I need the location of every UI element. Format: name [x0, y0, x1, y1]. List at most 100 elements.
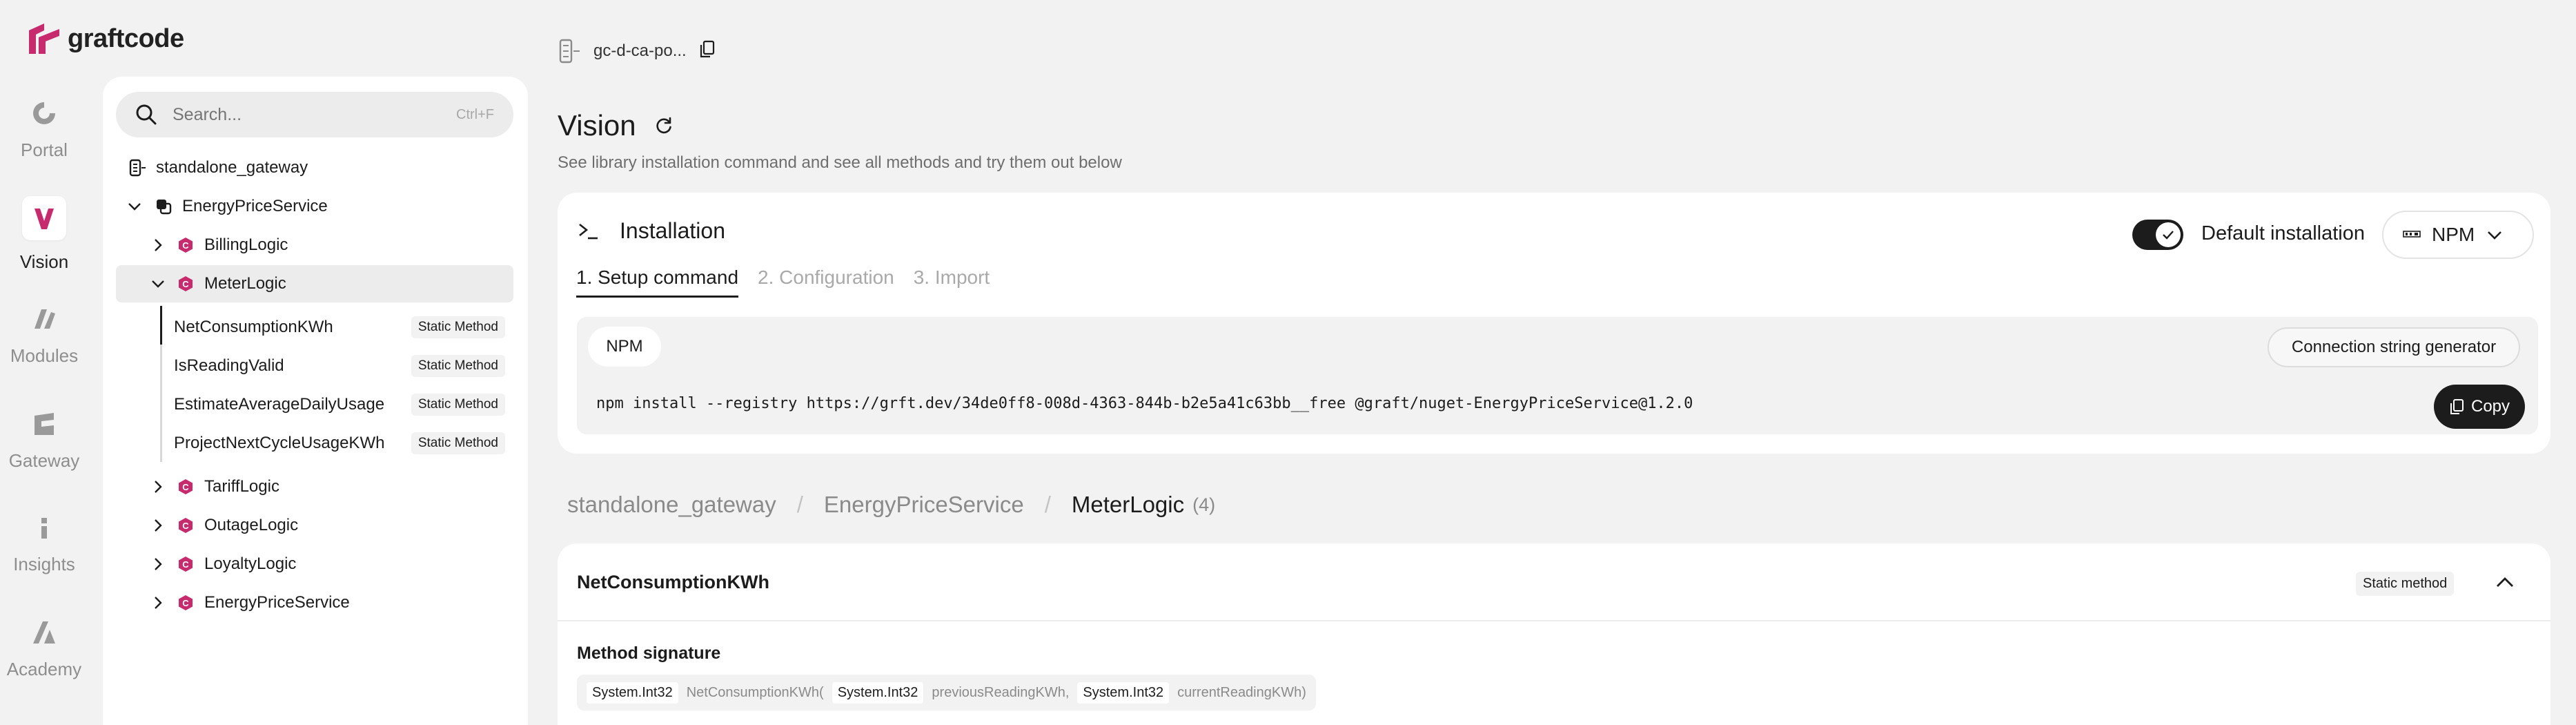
page-title-row: Vision	[558, 109, 674, 142]
tree-class-outagelogic[interactable]: C OutageLogic	[150, 507, 298, 544]
rail-vision-label: Vision	[19, 251, 69, 272]
rail-academy-label: Academy	[6, 659, 82, 679]
svg-text:C: C	[182, 279, 189, 289]
tab-import[interactable]: 3. Import	[914, 267, 990, 298]
default-installation-toggle[interactable]	[2132, 220, 2183, 250]
tree-class-label: BillingLogic	[204, 235, 288, 254]
class-icon: C	[177, 516, 195, 534]
search-box[interactable]: Ctrl+F	[116, 92, 513, 137]
copy-icon	[2450, 399, 2464, 414]
installation-header: Installation	[578, 218, 725, 244]
tree-gateway[interactable]: standalone_gateway	[127, 149, 308, 186]
chevron-down-icon	[2488, 231, 2502, 240]
terminal-icon	[579, 223, 598, 239]
rail-vision[interactable]: Vision	[0, 196, 88, 273]
tree-service-label: EnergyPriceService	[182, 197, 328, 215]
rail-modules-label: Modules	[10, 345, 79, 366]
method-name: EstimateAverageDailyUsage	[174, 395, 385, 414]
method-tag: Static Method	[411, 432, 505, 454]
tree-method-item[interactable]: ProjectNextCycleUsageKWh Static Method	[160, 425, 511, 462]
search-input[interactable]	[173, 104, 456, 125]
signature-param-name: currentReadingKWh)	[1177, 684, 1306, 700]
chevron-right-icon[interactable]	[150, 479, 166, 494]
tree-class-energypriceservice[interactable]: C EnergyPriceService	[150, 584, 350, 621]
portal-icon	[29, 98, 59, 128]
brand-logo[interactable]: graftcode	[26, 18, 184, 59]
tree-class-tarifflogic[interactable]: C TariffLogic	[150, 468, 279, 505]
signature-param-type: System.Int32	[1077, 682, 1170, 704]
rail-insights-label: Insights	[13, 554, 75, 574]
method-signature-label: Method signature	[577, 644, 721, 663]
tree-service[interactable]: EnergyPriceService	[127, 188, 328, 225]
chevron-down-icon[interactable]	[127, 199, 142, 214]
tree-method-item[interactable]: NetConsumptionKWh Static Method	[160, 309, 511, 346]
method-tag: Static Method	[411, 316, 505, 338]
tab-configuration[interactable]: 2. Configuration	[758, 267, 894, 298]
method-tag: Static Method	[411, 355, 505, 377]
class-icon: C	[177, 594, 195, 612]
breadcrumb-item[interactable]: EnergyPriceService	[824, 492, 1024, 518]
tree-class-label: TariffLogic	[204, 477, 279, 496]
gateway-short-name: gc-d-ca-po...	[593, 41, 687, 60]
gateway-selector[interactable]: gc-d-ca-po...	[556, 36, 716, 66]
class-icon: C	[177, 478, 195, 496]
npm-pill[interactable]: NPM	[588, 327, 661, 367]
search-icon	[136, 104, 157, 125]
insights-icon	[29, 512, 59, 543]
breadcrumb: standalone_gateway / EnergyPriceService …	[567, 492, 1215, 518]
npm-icon	[2403, 231, 2421, 238]
chevron-down-icon[interactable]	[150, 276, 166, 291]
chevron-right-icon[interactable]	[150, 518, 166, 533]
default-installation-label: Default installation	[2201, 222, 2365, 244]
rail-gateway[interactable]: Gateway	[0, 409, 88, 472]
modules-icon	[29, 304, 59, 334]
breadcrumb-separator: /	[796, 492, 803, 517]
rail-modules[interactable]: Modules	[0, 304, 88, 367]
installation-tabs: 1. Setup command 2. Configuration 3. Imp…	[576, 267, 990, 298]
method-tag: Static Method	[411, 394, 505, 416]
install-command: npm install --registry https://grft.dev/…	[596, 395, 1693, 412]
rail-insights[interactable]: Insights	[0, 512, 88, 575]
method-card-title[interactable]: NetConsumptionKWh	[577, 572, 769, 593]
gateway-node-icon	[559, 39, 580, 64]
copy-button-label: Copy	[2470, 397, 2510, 416]
chevron-up-icon[interactable]	[2493, 570, 2517, 595]
tree-class-meterlogic[interactable]: C MeterLogic	[116, 265, 513, 302]
gateway-icon	[29, 409, 59, 439]
rail-academy[interactable]: Academy	[0, 617, 88, 680]
method-card-tag: Static method	[2356, 572, 2455, 596]
copy-command-button[interactable]: Copy	[2434, 385, 2525, 429]
signature-return-type: System.Int32	[587, 682, 678, 704]
rail-portal[interactable]: Portal	[0, 98, 88, 161]
connection-string-generator-button[interactable]: Connection string generator	[2268, 327, 2520, 367]
svg-text:C: C	[182, 559, 189, 570]
method-card-divider	[558, 620, 2550, 621]
tree-class-loyaltylogic[interactable]: C LoyaltyLogic	[150, 545, 296, 583]
tree-method-item[interactable]: EstimateAverageDailyUsage Static Method	[160, 386, 511, 423]
tab-setup-command[interactable]: 1. Setup command	[576, 267, 739, 298]
page-subtitle: See library installation command and see…	[558, 153, 1122, 172]
tree-class-billinglogic[interactable]: C BillingLogic	[150, 226, 288, 264]
rail-gateway-label: Gateway	[8, 450, 80, 471]
tree-class-label: OutageLogic	[204, 516, 299, 534]
breadcrumb-count: (4)	[1192, 494, 1216, 515]
graftcode-logo-icon	[29, 23, 59, 54]
search-shortcut: Ctrl+F	[456, 106, 494, 122]
tree-method-item[interactable]: IsReadingValid Static Method	[160, 347, 511, 385]
refresh-icon[interactable]	[654, 109, 674, 142]
signature-param-name: previousReadingKWh,	[932, 684, 1070, 700]
breadcrumb-item[interactable]: standalone_gateway	[567, 492, 776, 518]
svg-text:C: C	[182, 482, 189, 492]
copy-icon[interactable]	[699, 40, 716, 63]
chevron-right-icon[interactable]	[150, 595, 166, 610]
brand-name: graftcode	[68, 23, 184, 53]
chevron-right-icon[interactable]	[150, 238, 166, 253]
tree-class-label: MeterLogic	[204, 274, 286, 293]
chevron-right-icon[interactable]	[150, 557, 166, 572]
method-name: IsReadingValid	[174, 356, 284, 375]
tree-class-label: EnergyPriceService	[204, 593, 350, 612]
class-icon: C	[177, 555, 195, 573]
page-title: Vision	[558, 109, 636, 142]
package-manager-select[interactable]: NPM	[2382, 211, 2534, 259]
tree-class-label: LoyaltyLogic	[204, 554, 297, 573]
